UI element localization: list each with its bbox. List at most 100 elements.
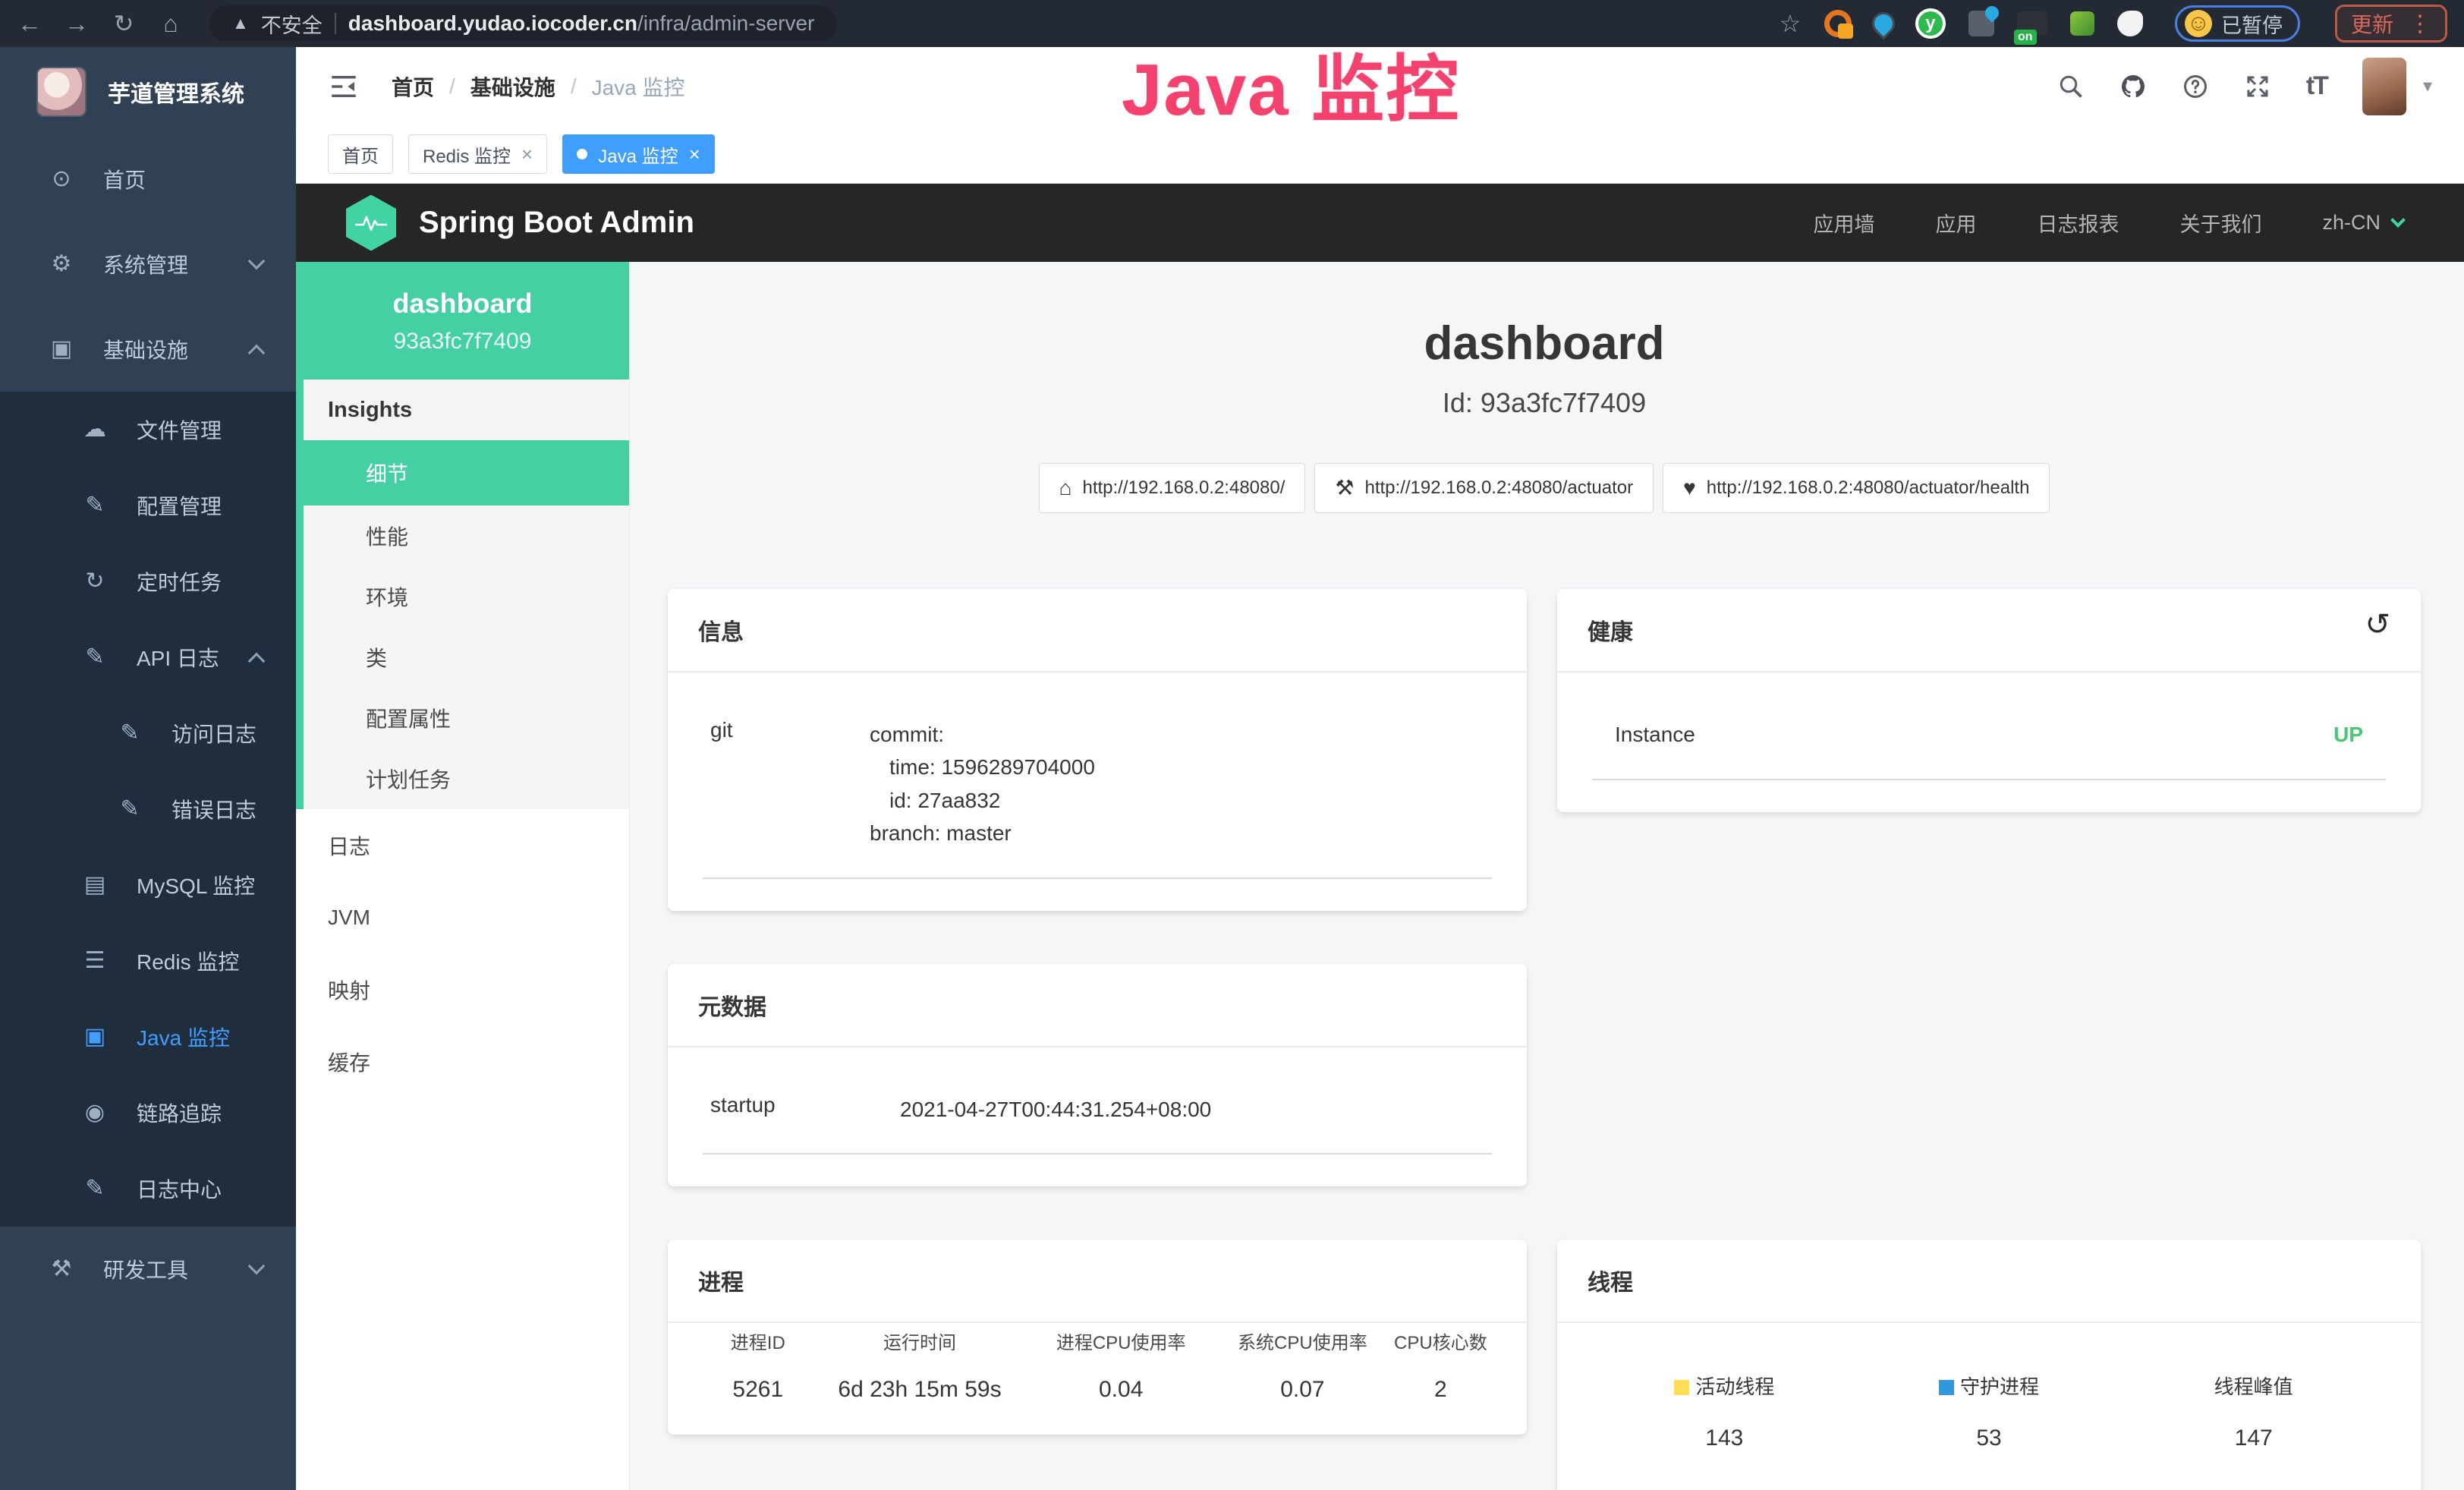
sba-brand[interactable]: Spring Boot Admin <box>346 195 694 251</box>
extension-pin-icon[interactable] <box>1871 11 1896 36</box>
info-card-title: 信息 <box>668 589 1527 673</box>
close-icon[interactable]: × <box>521 144 533 164</box>
chrome-update-button[interactable]: 更新 ⋮ <box>2335 5 2447 43</box>
extension-list-icon[interactable]: on <box>2017 11 2047 36</box>
sidebar-item-infra[interactable]: ▣ 基础设施 <box>0 307 296 392</box>
sba-item-metrics[interactable]: 性能 <box>304 506 629 566</box>
close-icon[interactable]: × <box>689 144 700 164</box>
sidebar-item-job[interactable]: ↻ 定时任务 <box>0 543 296 619</box>
sba-nav-wallboard[interactable]: 应用墙 <box>1813 208 1874 238</box>
tab-java-monitor[interactable]: Java 监控 × <box>562 134 715 174</box>
sba-item-scheduled[interactable]: 计划任务 <box>304 748 629 809</box>
health-url-button[interactable]: ♥ http://192.168.0.2:48080/actuator/heal… <box>1663 463 2050 513</box>
search-icon[interactable] <box>2057 73 2085 100</box>
breadcrumb: 首页 / 基础设施 / Java 监控 <box>392 71 685 102</box>
actuator-url-button[interactable]: ⚒ http://192.168.0.2:48080/actuator <box>1314 463 1654 513</box>
text-size-icon[interactable]: tT <box>2306 71 2327 101</box>
insights-header: Insights <box>304 380 629 440</box>
process-table-values: 5261 6d 23h 15m 59s 0.04 0.07 2 <box>703 1377 1492 1403</box>
sidebar-item-home[interactable]: ⊙ 首页 <box>0 137 296 222</box>
browser-forward-icon[interactable]: → <box>64 11 90 36</box>
browser-back-icon[interactable]: ← <box>17 11 42 36</box>
sidebar-item-trace[interactable]: ◉ 链路追踪 <box>0 1075 296 1151</box>
sidebar-item-java[interactable]: ▣ Java 监控 <box>0 999 296 1075</box>
sba-item-environment[interactable]: 环境 <box>304 566 629 627</box>
home-icon: ⌂ <box>1059 477 1072 499</box>
browser-reload-icon[interactable]: ↻ <box>111 11 137 36</box>
sidebar-fold-icon[interactable] <box>328 71 360 102</box>
address-bar[interactable]: ▲ 不安全 dashboard.yudao.iocoder.cn/infra/a… <box>209 5 837 42</box>
github-icon[interactable] <box>2119 73 2147 100</box>
threads-values: 143 53 147 <box>1592 1425 2386 1451</box>
tab-home[interactable]: 首页 <box>328 134 393 174</box>
sba-item-mappings[interactable]: 映射 <box>296 953 629 1025</box>
chevron-down-icon <box>248 253 266 270</box>
health-instance-row[interactable]: Instance UP <box>1592 700 2386 780</box>
sba-nav-applications[interactable]: 应用 <box>1935 208 1976 238</box>
service-url-button[interactable]: ⌂ http://192.168.0.2:48080/ <box>1039 463 1306 513</box>
user-menu-caret-icon[interactable]: ▾ <box>2423 75 2432 97</box>
sba-brand-name: Spring Boot Admin <box>419 206 694 240</box>
chevron-up-icon <box>248 345 266 362</box>
sba-locale-select[interactable]: zh-CN <box>2322 211 2403 235</box>
sidebar-item-apilog[interactable]: ✎ API 日志 <box>0 619 296 695</box>
sidebar-item-file[interactable]: ☁ 文件管理 <box>0 392 296 468</box>
chevron-down-icon <box>2390 213 2406 228</box>
sidebar-item-devtools[interactable]: ⚒ 研发工具 <box>0 1227 296 1312</box>
page-url: dashboard.yudao.iocoder.cn/infra/admin-s… <box>348 11 815 36</box>
sba-item-jvm[interactable]: JVM <box>296 881 629 953</box>
system-cpu-usage: 0.07 <box>1216 1377 1389 1403</box>
sba-instance-header[interactable]: dashboard 93a3fc7f7409 <box>296 262 629 380</box>
sba-logo-icon <box>346 195 396 251</box>
extensions-puzzle-icon[interactable] <box>2117 11 2143 36</box>
history-icon[interactable]: ↺ <box>2365 607 2390 642</box>
extension-icon-1[interactable] <box>1824 10 1852 37</box>
extension-grid-icon[interactable] <box>1968 11 1994 36</box>
sba-item-logs[interactable]: 日志 <box>296 809 629 881</box>
sba-item-classes[interactable]: 类 <box>304 627 629 688</box>
breadcrumb-infra[interactable]: 基础设施 <box>470 71 555 102</box>
startup-row: startup 2021-04-27T00:44:31.254+08:00 <box>703 1075 1492 1155</box>
java-monitor-icon: ▣ <box>80 1025 109 1048</box>
sba-item-configprops[interactable]: 配置属性 <box>304 688 629 748</box>
sba-item-caches[interactable]: 缓存 <box>296 1025 629 1098</box>
tools-icon: ⚒ <box>47 1258 76 1281</box>
daemon-threads-swatch <box>1939 1380 1954 1395</box>
sidebar-item-system[interactable]: ⚙ 系统管理 <box>0 222 296 307</box>
extension-y-icon[interactable]: y <box>1915 8 1946 39</box>
topnav-actions: tT ▾ <box>2057 58 2432 115</box>
sidebar-item-errorlog[interactable]: ✎ 错误日志 <box>0 771 296 847</box>
app-logo-row[interactable]: 芋道管理系统 <box>0 47 296 137</box>
browser-home-icon[interactable]: ⌂ <box>158 11 184 36</box>
page-title: dashboard <box>668 317 2421 370</box>
sidebar-item-redis[interactable]: ☰ Redis 监控 <box>0 923 296 999</box>
sidebar-item-accesslog[interactable]: ✎ 访问日志 <box>0 695 296 771</box>
edit-icon: ✎ <box>80 494 109 517</box>
log-edit-icon: ✎ <box>80 646 109 669</box>
sidebar-item-mysql[interactable]: ▤ MySQL 监控 <box>0 847 296 923</box>
fullscreen-icon[interactable] <box>2244 73 2271 100</box>
timer-icon: ↻ <box>80 570 109 593</box>
sidebar-item-config[interactable]: ✎ 配置管理 <box>0 468 296 543</box>
info-card: 信息 git commit: time: 1596289704000 id: 2… <box>668 589 1527 911</box>
help-icon[interactable] <box>2182 73 2209 100</box>
profile-paused-badge[interactable]: ☺ 已暂停 <box>2175 5 2300 42</box>
app-shell: 芋道管理系统 ⊙ 首页 ⚙ 系统管理 ▣ 基础设施 ☁ 文件管理 ✎ 配置管理 <box>0 47 2464 1490</box>
on-badge: on <box>2014 30 2037 45</box>
tab-redis-monitor[interactable]: Redis 监控 × <box>408 134 547 174</box>
instance-id: 93a3fc7f7409 <box>394 329 532 354</box>
sba-nav-journal[interactable]: 日志报表 <box>2037 208 2119 238</box>
extension-green-icon[interactable] <box>2070 11 2094 36</box>
process-card: 进程 进程ID 运行时间 进程CPU使用率 系统CPU使用率 CPU核心数 <box>668 1240 1527 1435</box>
process-id: 5261 <box>703 1377 813 1403</box>
peak-threads-value: 147 <box>2121 1425 2386 1451</box>
threads-card: 线程 活动线程 守护进程 线程峰值 143 53 1 <box>1557 1240 2421 1490</box>
sidebar-item-logcenter[interactable]: ✎ 日志中心 <box>0 1151 296 1227</box>
update-label: 更新 <box>2351 8 2393 39</box>
user-avatar[interactable] <box>2362 58 2406 115</box>
browser-menu-icon[interactable]: ⋮ <box>2409 11 2431 37</box>
bookmark-star-icon[interactable]: ☆ <box>1777 11 1803 36</box>
sba-nav-about[interactable]: 关于我们 <box>2179 208 2261 238</box>
sba-item-details[interactable]: 细节 <box>304 440 629 506</box>
breadcrumb-home[interactable]: 首页 <box>392 71 434 102</box>
